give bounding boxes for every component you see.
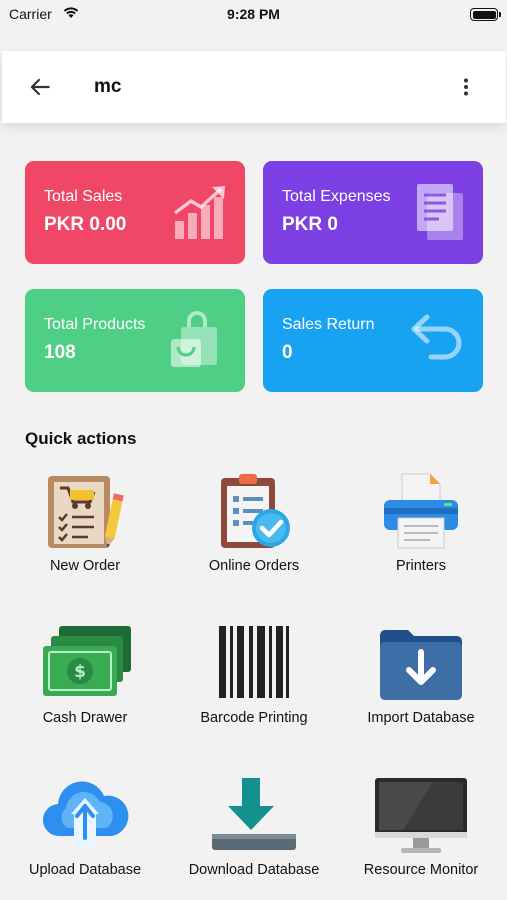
action-label: Online Orders — [208, 558, 300, 574]
card-value: 0 — [282, 342, 293, 363]
action-label: Printers — [396, 558, 446, 574]
clock: 9:28 PM — [227, 6, 280, 22]
card-label: Total Sales — [44, 188, 123, 205]
barcode-printing-action[interactable]: Barcode Printing — [170, 624, 338, 726]
svg-text:$: $ — [74, 662, 86, 682]
cloud-upload-icon — [42, 781, 129, 850]
chart-growth-icon — [173, 186, 225, 239]
quick-actions-heading: Quick actions — [25, 429, 137, 448]
action-label: Download Database — [188, 862, 320, 878]
order-list-icon — [48, 476, 124, 548]
card-label: Sales Return — [282, 316, 375, 333]
return-arrow-icon — [411, 314, 462, 360]
import-database-action[interactable]: Import Database — [337, 624, 505, 726]
new-order-action[interactable]: New Order — [1, 472, 169, 574]
action-label: Upload Database — [28, 862, 142, 878]
arrow-left-icon[interactable] — [27, 74, 53, 100]
resource-monitor-action[interactable]: Resource Monitor — [337, 776, 505, 878]
total-expenses-card[interactable]: Total Expenses PKR 0 — [263, 161, 483, 264]
monitor-icon — [375, 778, 467, 853]
import-folder-icon — [380, 630, 462, 700]
action-label: Import Database — [367, 710, 475, 726]
upload-database-action[interactable]: Upload Database — [1, 776, 169, 878]
page-title: mc — [94, 76, 122, 97]
more-vertical-icon[interactable] — [454, 75, 478, 99]
card-value: 108 — [44, 342, 76, 363]
documents-icon — [417, 184, 463, 240]
card-label: Total Products — [44, 316, 146, 333]
action-label: Barcode Printing — [200, 710, 308, 726]
action-label: New Order — [49, 558, 121, 574]
battery-icon — [470, 8, 501, 21]
cash-icon: $ — [43, 626, 131, 696]
action-label: Cash Drawer — [42, 710, 128, 726]
total-sales-card[interactable]: Total Sales PKR 0.00 — [25, 161, 245, 264]
status-bar: Carrier 9:28 PM — [0, 0, 507, 30]
card-label: Total Expenses — [282, 188, 391, 205]
card-value: PKR 0 — [282, 214, 338, 235]
shopping-bag-icon — [171, 311, 217, 367]
total-products-card[interactable]: Total Products 108 — [25, 289, 245, 392]
clipboard-check-icon — [221, 474, 290, 548]
card-value: PKR 0.00 — [44, 214, 127, 235]
action-label: Resource Monitor — [363, 862, 479, 878]
app-bar: mc — [2, 51, 506, 123]
printer-icon — [384, 473, 458, 549]
download-icon — [212, 778, 296, 850]
printers-action[interactable]: Printers — [337, 472, 505, 574]
download-database-action[interactable]: Download Database — [170, 776, 338, 878]
online-orders-action[interactable]: Online Orders — [170, 472, 338, 574]
sales-return-card[interactable]: Sales Return 0 — [263, 289, 483, 392]
cash-drawer-action[interactable]: $ Cash Drawer — [1, 624, 169, 726]
barcode-icon — [219, 626, 289, 698]
